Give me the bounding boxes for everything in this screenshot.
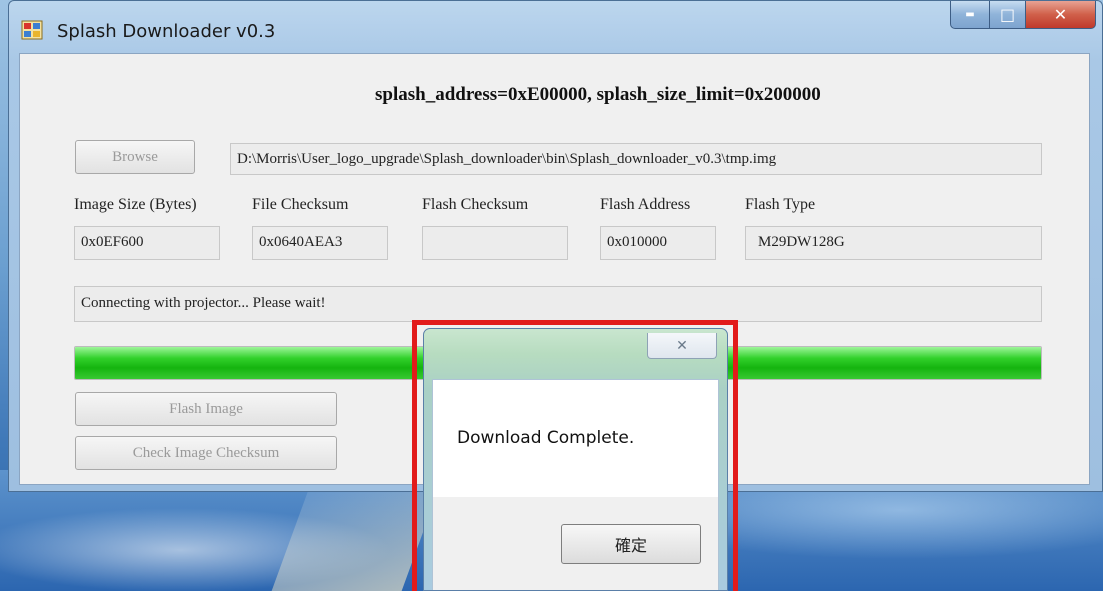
check-image-checksum-button[interactable]: Check Image Checksum (75, 436, 337, 470)
close-icon: ✕ (1053, 5, 1068, 24)
splash-info-label: splash_address=0xE00000, splash_size_lim… (375, 84, 821, 105)
flash-image-button[interactable]: Flash Image (75, 392, 337, 426)
image-size-label: Image Size (Bytes) (74, 196, 197, 213)
flash-checksum-label: Flash Checksum (422, 196, 529, 213)
flash-address-label: Flash Address (600, 196, 691, 213)
file-checksum-label: File Checksum (252, 196, 349, 213)
flash-address-field[interactable]: 0x010000 (600, 226, 716, 260)
title-bar[interactable]: Splash Downloader v0.3 ▬ □ ✕ (9, 1, 1102, 53)
image-size-field[interactable]: 0x0EF600 (74, 226, 220, 260)
close-button[interactable]: ✕ (1026, 1, 1096, 29)
browse-button[interactable]: Browse (75, 140, 195, 174)
app-icon (21, 20, 43, 40)
highlight-annotation-box (412, 320, 738, 591)
caption-buttons: ▬ □ ✕ (950, 1, 1096, 31)
maximize-button[interactable]: □ (990, 1, 1026, 29)
flash-type-field[interactable]: M29DW128G (745, 226, 1042, 260)
flash-checksum-field[interactable] (422, 226, 568, 260)
file-path-field[interactable]: D:\Morris\User_logo_upgrade\Splash_downl… (230, 143, 1042, 175)
minimize-button[interactable]: ▬ (950, 1, 990, 29)
file-checksum-field[interactable]: 0x0640AEA3 (252, 226, 388, 260)
window-title: Splash Downloader v0.3 (57, 21, 276, 42)
status-field: Connecting with projector... Please wait… (74, 286, 1042, 322)
minimize-icon: ▬ (965, 9, 975, 20)
flash-type-label: Flash Type (745, 196, 816, 213)
maximize-icon: □ (999, 5, 1016, 24)
